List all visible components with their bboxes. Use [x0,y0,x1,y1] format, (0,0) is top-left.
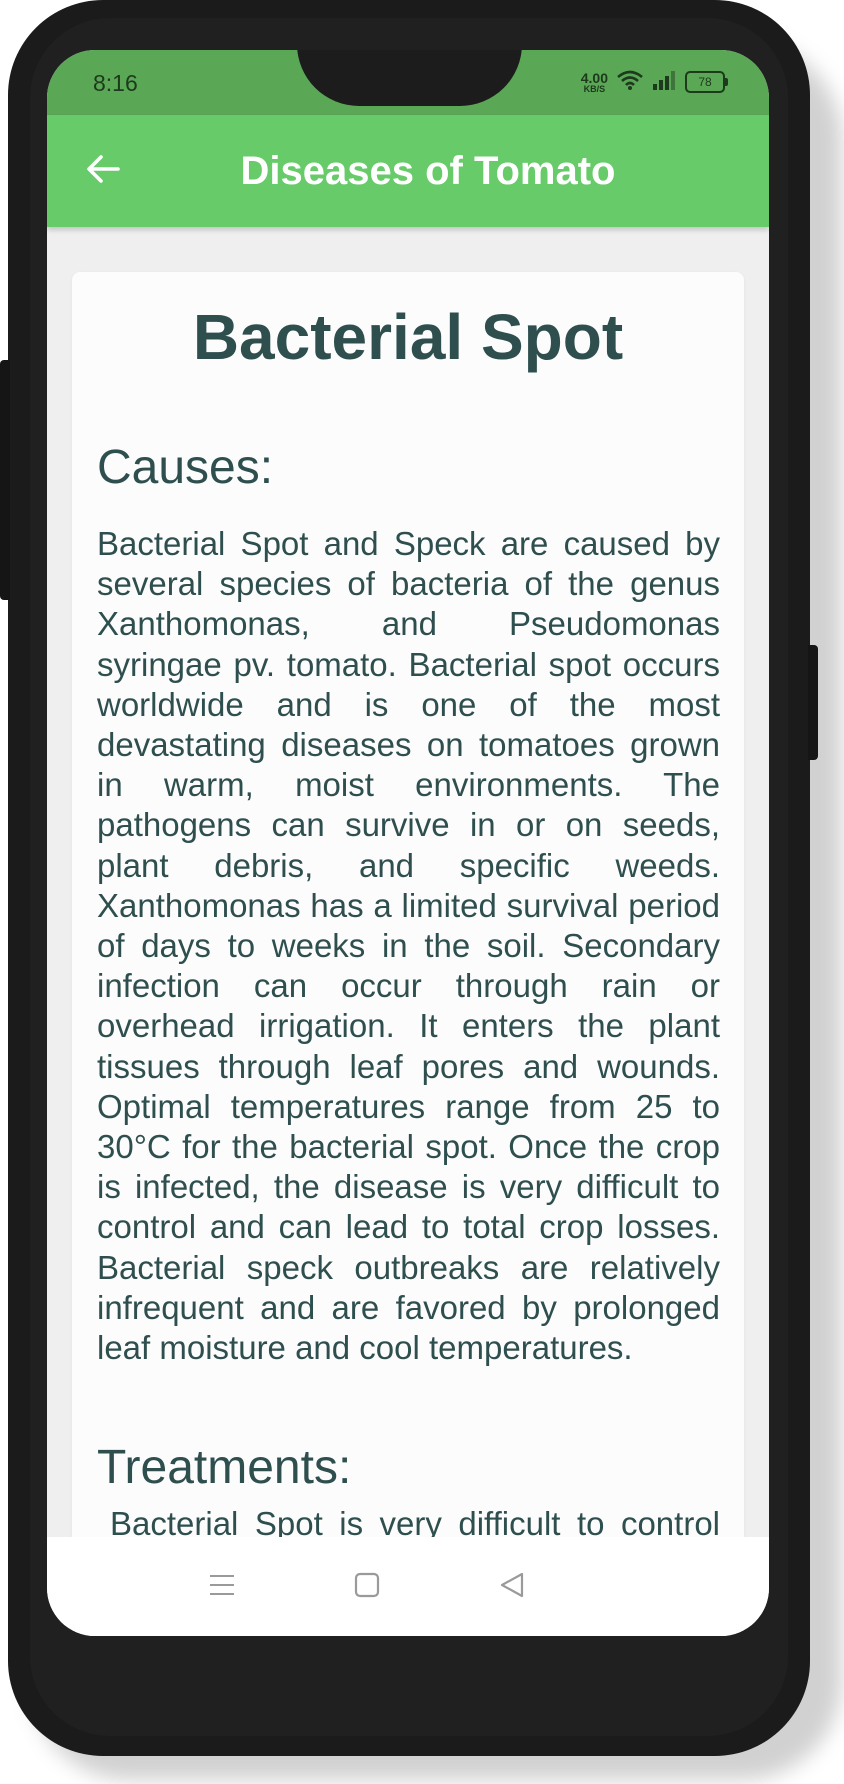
network-speed-unit: KB/S [583,83,606,94]
arrow-left-icon [86,154,120,189]
home-button[interactable] [347,1567,387,1607]
power-button [808,645,818,760]
camera-notch [297,50,522,106]
menu-icon [209,1573,235,1602]
causes-heading: Causes: [97,441,274,494]
back-triangle-icon [499,1572,525,1603]
network-speed: 4.00 KB/S [581,71,608,94]
status-bar: 8:16 4.00 KB/S 78 [47,50,769,115]
volume-button [0,360,10,600]
home-square-icon [354,1572,380,1603]
causes-text: Bacterial Spot and Speck are caused by s… [97,525,720,1367]
status-time: 8:16 [93,70,138,96]
system-nav-bar [47,1537,769,1636]
phone-screen: 8:16 4.00 KB/S 78 Diseases of Tomato Bac… [47,50,769,1636]
back-button[interactable] [75,143,131,199]
treatments-heading: Treatments: [97,1441,352,1494]
disease-title: Bacterial Spot [192,301,624,373]
page-title: Diseases of Tomato [240,148,616,193]
app-bar: Diseases of Tomato [47,115,769,227]
network-speed-value: 4.00 [580,69,608,86]
status-icons: 4.00 KB/S 78 [581,66,728,98]
recent-apps-button[interactable] [202,1567,242,1607]
disease-card: Bacterial Spot Causes: Bacterial Spot an… [72,272,744,1632]
battery-level: 78 [698,75,712,89]
signal-icon [652,70,676,95]
battery-icon: 78 [685,71,728,93]
system-back-button[interactable] [492,1567,532,1607]
wifi-icon [617,70,643,95]
